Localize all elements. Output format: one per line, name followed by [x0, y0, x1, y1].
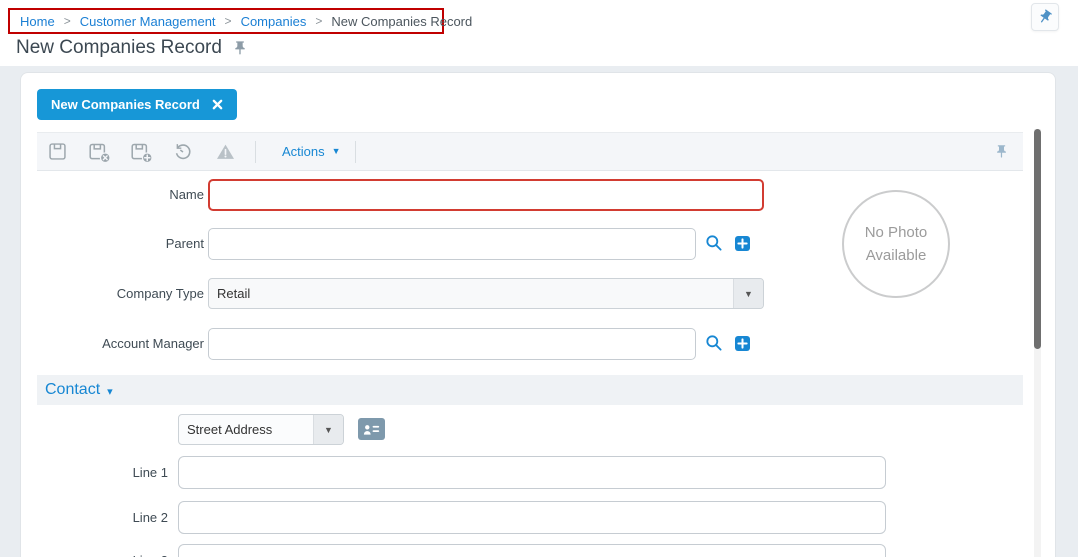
breadcrumb-item-customer-management[interactable]: Customer Management [80, 14, 216, 29]
toolbar-divider [354, 140, 356, 163]
save-icon [47, 141, 68, 162]
search-icon [704, 233, 723, 252]
warning-icon [215, 142, 236, 162]
save-button[interactable] [45, 139, 69, 165]
parent-search-button[interactable] [704, 233, 723, 252]
screen: Home > Customer Management > Companies >… [0, 0, 1078, 557]
company-type-value: Retail [217, 286, 251, 301]
address-type-select[interactable]: Street Address ▼ [178, 414, 344, 445]
toolbar: Actions ▼ [37, 132, 1023, 171]
validation-button[interactable] [213, 139, 237, 165]
address-card-icon [362, 422, 381, 437]
parent-label: Parent [165, 236, 204, 251]
address-type-value: Street Address [187, 422, 273, 437]
company-type-label: Company Type [116, 286, 204, 301]
tab-label: New Companies Record [51, 97, 200, 112]
caret-down-icon: ▼ [331, 146, 341, 156]
scrollbar-thumb[interactable] [1034, 129, 1041, 349]
history-icon [173, 142, 193, 162]
line-1-label: Line 1 [132, 465, 168, 480]
page-title: New Companies Record [16, 37, 222, 58]
name-input[interactable] [208, 179, 764, 211]
account-manager-label: Account Manager [102, 336, 204, 351]
name-label: Name [169, 187, 204, 202]
tab-new-companies-record[interactable]: New Companies Record [37, 89, 237, 120]
photo-placeholder[interactable]: No Photo Available [842, 190, 950, 298]
vertical-scrollbar[interactable] [1034, 129, 1041, 557]
breadcrumb: Home > Customer Management > Companies >… [8, 8, 472, 34]
line-1-input[interactable] [178, 456, 886, 489]
photo-placeholder-line1: No Photo [864, 223, 928, 241]
breadcrumb-current-item: New Companies Record [331, 13, 473, 29]
caret-down-icon: ▼ [313, 415, 343, 444]
actions-label: Actions [282, 144, 325, 159]
line-3-label: Line 3 [21, 544, 168, 557]
breadcrumb-separator: > [224, 14, 232, 28]
pushpin-icon [994, 144, 1009, 159]
section-caret-icon: ▾ [107, 385, 113, 398]
parent-add-button[interactable] [735, 236, 750, 251]
breadcrumb-separator: > [63, 14, 71, 28]
caret-down-icon: ▼ [733, 279, 763, 308]
section-title: Contact [45, 381, 101, 398]
section-header-contact[interactable]: Contact ▾ [37, 375, 1023, 405]
line-3-input[interactable] [178, 544, 886, 557]
breadcrumb-item-home[interactable]: Home [20, 14, 55, 29]
toolbar-divider [255, 140, 256, 163]
account-manager-search-button[interactable] [704, 333, 723, 352]
save-and-close-icon [88, 141, 111, 163]
breadcrumb-item-companies[interactable]: Companies [241, 14, 307, 29]
account-manager-add-button[interactable] [735, 336, 750, 351]
address-card-button[interactable] [358, 418, 385, 440]
actions-button[interactable]: Actions ▼ [282, 144, 341, 159]
pin-panel-button[interactable] [1031, 3, 1059, 31]
pushpin-icon[interactable] [232, 40, 248, 56]
header: Home > Customer Management > Companies >… [0, 0, 1078, 66]
search-icon [704, 333, 723, 352]
company-type-select[interactable]: Retail ▼ [208, 278, 764, 309]
parent-input[interactable] [208, 228, 696, 260]
line-2-input[interactable] [178, 501, 886, 534]
add-icon [737, 238, 748, 249]
add-icon [737, 338, 748, 349]
save-and-close-button[interactable] [87, 139, 111, 165]
toolbar-pin-button[interactable] [994, 144, 1009, 159]
tab-close-icon[interactable] [212, 99, 223, 110]
account-manager-input[interactable] [208, 328, 696, 360]
title-row: New Companies Record [16, 37, 248, 59]
breadcrumb-separator: > [315, 14, 323, 28]
save-and-new-button[interactable] [129, 139, 153, 165]
photo-placeholder-line2: Available [865, 247, 927, 264]
pushpin-icon [1037, 9, 1053, 25]
line-2-label: Line 2 [132, 510, 168, 525]
save-and-new-icon [130, 141, 153, 163]
record-card: New Companies Record Actions ▼ Name Pare… [20, 72, 1056, 557]
history-button[interactable] [171, 139, 195, 165]
